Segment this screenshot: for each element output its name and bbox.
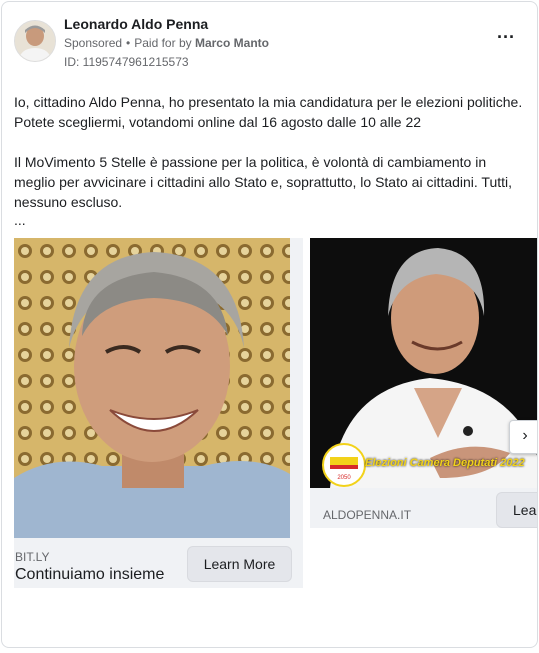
payer-name: Marco Manto — [194, 36, 269, 50]
card-1-image[interactable] — [14, 238, 290, 538]
sponsored-label: Sponsored — [64, 36, 123, 50]
learn-more-button[interactable]: Learn More — [496, 492, 537, 528]
card-1-headline[interactable]: Continuiamo insieme — [15, 566, 164, 584]
paid-for-label: Paid for by — [134, 36, 192, 50]
body-line: nessuno escluso. — [14, 194, 123, 210]
logo-year: 2050 — [337, 475, 351, 481]
body-line: Potete scegliermi, votandomi online dal … — [14, 114, 422, 130]
movimento-logo: 2050 — [322, 443, 366, 487]
card-2-domain: ALDOPENNA.IT — [323, 508, 412, 522]
carousel-card-2[interactable]: 2050 Elezioni Camera Deputati 2022 ALDOP… — [310, 238, 537, 528]
card-1-domain: BIT.LY — [15, 550, 50, 564]
ad-card: Leonardo Aldo Penna Sponsored • Paid for b… — [1, 1, 538, 648]
ad-body-text: Io, cittadino Aldo Penna, ho presentato … — [14, 92, 526, 212]
avatar[interactable] — [14, 20, 56, 62]
body-line: Io, cittadino Aldo Penna, ho presentato … — [14, 94, 523, 110]
body-line: meglio per avvicinare i cittadini allo S… — [14, 174, 513, 190]
chevron-right-icon[interactable]: › — [509, 420, 537, 454]
carousel-card-1[interactable]: BIT.LY Continuiamo insieme Learn More — [14, 238, 303, 588]
learn-more-button[interactable]: Learn More — [187, 546, 292, 582]
video-overlay-text: Elezioni Camera Deputati 2022 — [365, 457, 525, 469]
see-more-ellipsis[interactable]: ... — [14, 212, 26, 228]
ad-id: ID: 1195747961215573 — [64, 55, 189, 69]
carousel: BIT.LY Continuiamo insieme Learn More 20… — [2, 238, 537, 628]
body-line: Il MoVimento 5 Stelle è passione per la … — [14, 154, 487, 170]
author-name[interactable]: Leonardo Aldo Penna — [64, 16, 208, 32]
more-options-icon[interactable]: ··· — [494, 28, 518, 50]
sponsored-line: Sponsored • Paid for by Marco Manto — [64, 36, 269, 50]
